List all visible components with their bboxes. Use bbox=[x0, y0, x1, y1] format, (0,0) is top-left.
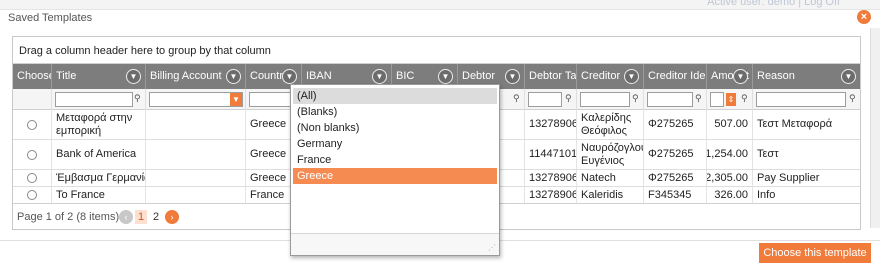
chevron-down-icon[interactable]: ▼ bbox=[733, 69, 748, 84]
title-cell: Μεταφορά στην εμπορική bbox=[52, 110, 146, 139]
filter-option-non-blanks[interactable]: (Non blanks) bbox=[293, 120, 497, 136]
billing-cell bbox=[146, 170, 246, 186]
debtor-tax-cell: 11447101 bbox=[525, 140, 577, 169]
reason-cell: Τεστ Μεταφορά bbox=[757, 118, 833, 130]
column-header-reason[interactable]: Reason ▼ bbox=[753, 64, 860, 89]
filter-cell-creditor-id: ⚲ bbox=[644, 89, 707, 110]
filter-icon[interactable]: ⚲ bbox=[565, 93, 573, 105]
choose-radio[interactable] bbox=[27, 173, 37, 183]
creditor-id-cell: Φ275265 bbox=[644, 110, 707, 139]
choose-cell bbox=[13, 110, 52, 139]
close-icon[interactable]: × bbox=[857, 10, 871, 24]
billing-cell bbox=[146, 187, 246, 203]
filter-option-germany[interactable]: Germany bbox=[293, 136, 497, 152]
next-page-icon[interactable]: › bbox=[165, 210, 179, 224]
choose-template-button[interactable]: Choose this template bbox=[759, 243, 871, 263]
spinner-icon[interactable]: ⇕ bbox=[726, 93, 736, 106]
column-header-choose[interactable]: Choose bbox=[13, 64, 52, 89]
column-header-creditor[interactable]: Creditor ▼ bbox=[577, 64, 644, 89]
dialog-title: Saved Templates bbox=[8, 12, 93, 24]
creditor-cell: Καλερίδης Θεόφιλος bbox=[577, 110, 644, 139]
column-header-creditor-id[interactable]: Creditor Iden bbox=[644, 64, 707, 89]
filter-icon[interactable]: ⚲ bbox=[632, 93, 640, 105]
filter-input[interactable] bbox=[756, 92, 846, 107]
page-scrollbar[interactable] bbox=[870, 28, 880, 228]
filter-icon[interactable]: ⚲ bbox=[849, 93, 857, 105]
reason-cell: Info bbox=[757, 188, 776, 201]
chevron-down-icon[interactable]: ▼ bbox=[624, 69, 639, 84]
filter-icon[interactable]: ⚲ bbox=[134, 93, 142, 105]
debtor-tax-cell: 13278906 bbox=[525, 187, 577, 203]
resize-grip-icon[interactable]: ⋰ bbox=[488, 244, 496, 252]
column-header-amount[interactable]: Amount ▼ bbox=[707, 64, 753, 89]
billing-cell bbox=[146, 110, 246, 139]
choose-radio[interactable] bbox=[27, 149, 37, 160]
page-2-button[interactable]: 2 bbox=[150, 210, 162, 224]
dialog-title-bar: Saved Templates bbox=[0, 10, 880, 28]
amount-cell: 326.00 bbox=[707, 187, 753, 203]
filter-input[interactable] bbox=[710, 92, 724, 107]
chevron-down-icon[interactable]: ▼ bbox=[226, 69, 241, 84]
title-cell: Έμβασμα Γερμανία bbox=[52, 170, 146, 186]
column-header-billing-account[interactable]: Billing Account ▼ bbox=[146, 64, 246, 89]
column-header-debtor-tax[interactable]: Debtor Ta bbox=[525, 64, 577, 89]
choose-cell bbox=[13, 140, 52, 169]
creditor-cell: Natech bbox=[577, 170, 644, 186]
reason-cell: Pay Supplier bbox=[757, 171, 820, 184]
prev-page-icon[interactable]: ‹ bbox=[119, 210, 133, 224]
group-panel[interactable]: Drag a column header here to group by th… bbox=[13, 37, 860, 64]
chevron-down-icon[interactable]: ▼ bbox=[505, 69, 520, 84]
filter-cell-debtor-tax: ⚲ bbox=[525, 89, 577, 110]
filter-cell-amount: ⇕ ⚲ bbox=[707, 89, 753, 110]
pager-summary: Page 1 of 2 (8 items) bbox=[17, 211, 120, 223]
chevron-down-icon[interactable]: ▼ bbox=[126, 69, 141, 84]
title-cell: Bank of America bbox=[52, 140, 146, 169]
debtor-tax-cell: 13278906 bbox=[525, 170, 577, 186]
page-1-button[interactable]: 1 bbox=[135, 210, 147, 224]
filter-option-blanks[interactable]: (Blanks) bbox=[293, 104, 497, 120]
filter-icon[interactable]: ⚲ bbox=[513, 93, 521, 105]
creditor-id-cell: F345345 bbox=[644, 187, 707, 203]
chevron-down-icon[interactable]: ▼ bbox=[841, 69, 856, 84]
amount-cell: 1,254.00 bbox=[707, 140, 753, 169]
creditor-id-cell: Φ275265 bbox=[644, 170, 707, 186]
creditor-id-cell: Φ275265 bbox=[644, 140, 707, 169]
chevron-down-icon[interactable]: ▼ bbox=[282, 69, 297, 84]
top-strip: Active user: demo | Log Off bbox=[0, 0, 880, 10]
filter-option-all[interactable]: (All) bbox=[293, 88, 497, 104]
user-info-text: Active user: demo | Log Off bbox=[707, 0, 840, 8]
filter-icon[interactable]: ⚲ bbox=[695, 93, 703, 105]
column-header-title[interactable]: Title ▼ bbox=[52, 64, 146, 89]
country-filter-dropdown: (All) (Blanks) (Non blanks) Germany Fran… bbox=[290, 84, 500, 256]
chevron-down-icon[interactable]: ▼ bbox=[230, 93, 242, 106]
choose-radio[interactable] bbox=[27, 119, 37, 130]
debtor-tax-cell: 13278906 bbox=[525, 110, 577, 139]
reason-cell: Τεστ bbox=[757, 148, 779, 160]
choose-cell bbox=[13, 187, 52, 203]
chevron-down-icon[interactable]: ▼ bbox=[438, 69, 453, 84]
filter-cell-title: ⚲ bbox=[52, 89, 146, 110]
creditor-cell: Ναυρόζογλου Ευγένιος bbox=[577, 140, 644, 169]
filter-input[interactable] bbox=[55, 92, 133, 107]
filter-icon[interactable]: ⚲ bbox=[741, 93, 749, 105]
filter-input[interactable] bbox=[580, 92, 630, 107]
chevron-down-icon[interactable]: ▼ bbox=[372, 69, 387, 84]
filter-cell-billing-account: ▼ bbox=[146, 89, 246, 110]
filter-cell-reason: ⚲ bbox=[753, 89, 860, 110]
filter-input[interactable] bbox=[149, 92, 243, 107]
filter-input[interactable] bbox=[647, 92, 693, 107]
choose-radio[interactable] bbox=[27, 190, 37, 200]
title-cell: To France bbox=[52, 187, 146, 203]
choose-cell bbox=[13, 170, 52, 186]
creditor-cell: Kaleridis bbox=[577, 187, 644, 203]
dropdown-footer: ⋰ bbox=[291, 233, 499, 255]
amount-cell: 2,305.00 bbox=[707, 170, 753, 186]
filter-cell-creditor: ⚲ bbox=[577, 89, 644, 110]
filter-option-greece[interactable]: Greece bbox=[293, 168, 497, 184]
filter-cell-choose bbox=[13, 89, 52, 110]
billing-cell bbox=[146, 140, 246, 169]
filter-option-france[interactable]: France bbox=[293, 152, 497, 168]
filter-input[interactable] bbox=[528, 92, 562, 107]
amount-cell: 507.00 bbox=[707, 110, 753, 139]
